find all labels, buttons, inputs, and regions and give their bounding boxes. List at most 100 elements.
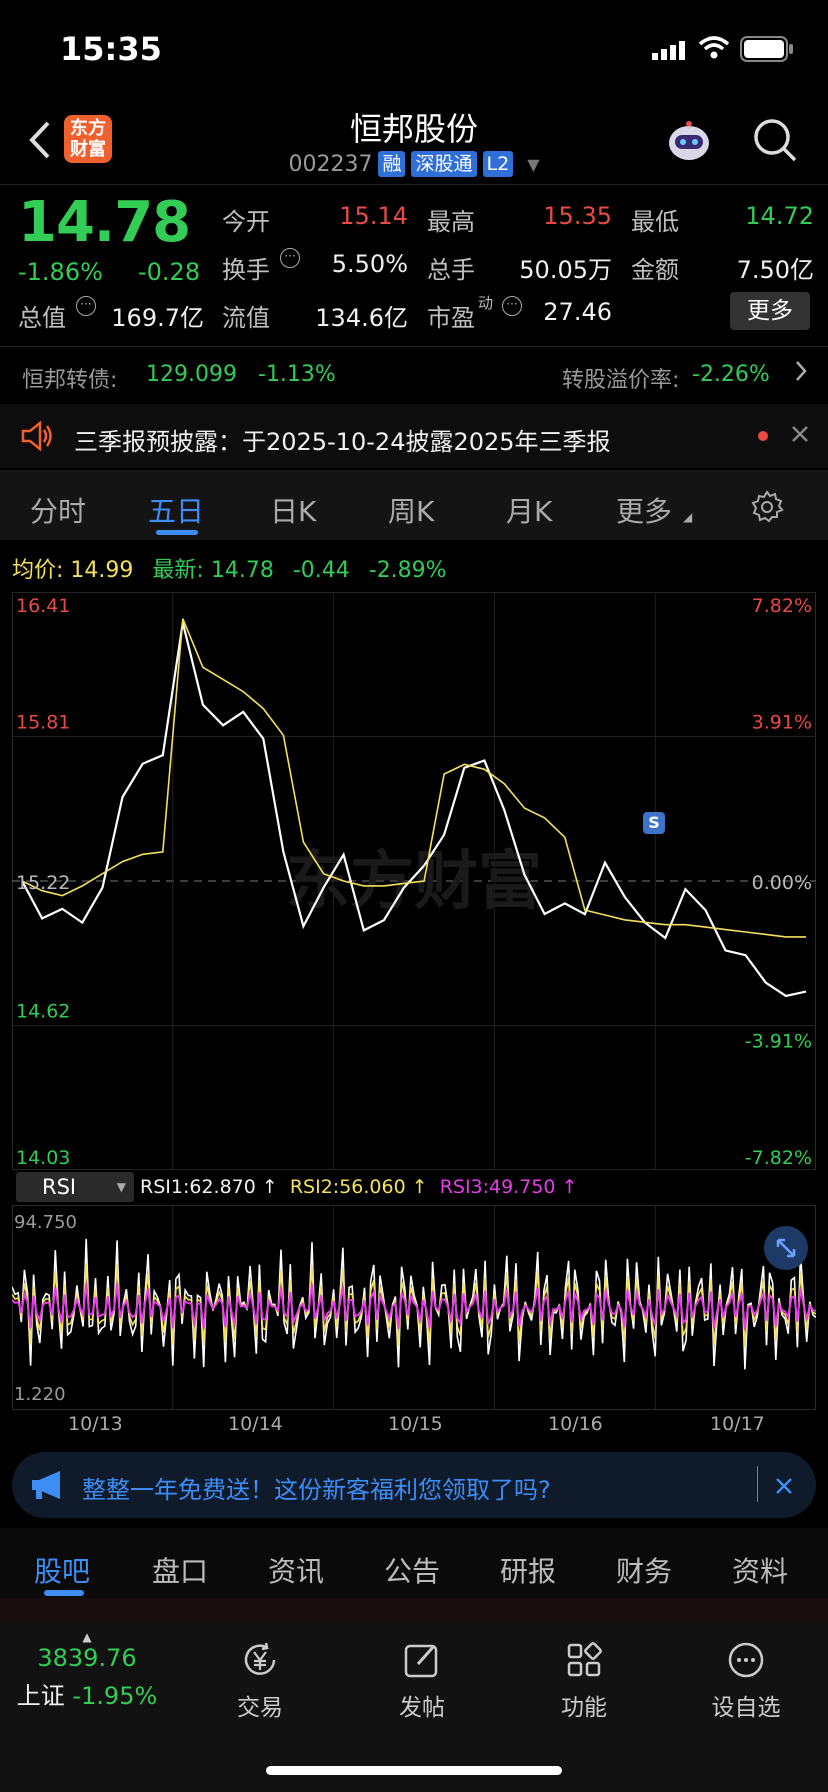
rsi3-value: RSI3:49.750 ↑ <box>439 1176 578 1198</box>
tab-five-day[interactable]: 五日 <box>148 490 204 530</box>
low-label: 最低 <box>631 208 679 236</box>
tab-profile[interactable]: 资料 <box>732 1550 788 1590</box>
turnover-label: 换手 <box>222 256 270 284</box>
tab-forum[interactable]: 股吧 <box>34 1550 90 1590</box>
tab-more[interactable]: 更多 <box>616 490 672 530</box>
up-arrow-icon: ▲ <box>82 1630 92 1644</box>
tab-order-book[interactable]: 盘口 <box>152 1550 208 1590</box>
rsi-max-label: 94.750 <box>14 1212 77 1233</box>
tab-news[interactable]: 资讯 <box>268 1550 324 1590</box>
tab-intraday[interactable]: 分时 <box>30 490 86 530</box>
tag-margin: 融 <box>378 151 406 177</box>
info-icon[interactable]: ··· <box>76 296 96 316</box>
chevron-right-icon <box>794 358 808 390</box>
more-dots-icon <box>728 1642 764 1678</box>
quote-divider <box>0 346 828 347</box>
info-icon[interactable]: ··· <box>280 248 300 268</box>
signal-icon <box>652 40 688 64</box>
change-percent: -1.86% <box>18 258 103 286</box>
announcement-text: 三季报预披露：于2025-10-24披露2025年三季报 <box>74 428 611 456</box>
tab-financials[interactable]: 财务 <box>616 1550 672 1590</box>
y-tick-right: 0.00% <box>752 872 812 894</box>
rsi-chart[interactable] <box>12 1205 816 1410</box>
stock-code: 002237 <box>288 151 373 177</box>
more-caret-icon: ◢ <box>683 510 693 524</box>
edit-icon <box>404 1644 438 1678</box>
unread-dot <box>758 431 768 441</box>
premium-label: 转股溢价率: <box>562 368 680 393</box>
tab-monthly-k[interactable]: 月K <box>506 490 552 530</box>
price-line <box>21 622 807 998</box>
nav-watchlist-label: 设自选 <box>711 1695 781 1721</box>
search-icon[interactable] <box>752 117 798 163</box>
nav-trade[interactable]: 交易 <box>205 1640 315 1722</box>
tab-announcements[interactable]: 公告 <box>384 1550 440 1590</box>
y-tick-left: 15.22 <box>16 872 70 894</box>
grid-icon <box>567 1642 602 1677</box>
header-divider <box>0 184 828 185</box>
more-button[interactable]: 更多 <box>730 292 810 330</box>
premium-value: -2.26% <box>692 362 770 387</box>
nav-functions[interactable]: 功能 <box>529 1640 639 1722</box>
tab-weekly-k[interactable]: 周K <box>388 490 434 530</box>
index-value: 3839.76 <box>37 1644 137 1672</box>
pe-dynamic-sup: 动 <box>478 294 494 312</box>
amount-value: 7.50亿 <box>736 256 814 284</box>
s-marker-badge[interactable]: S <box>643 812 665 834</box>
index-quote[interactable]: ▲ 3839.76 上证 -1.95% <box>12 1630 162 1711</box>
current-price: 14.78 <box>18 190 191 255</box>
y-tick-right: 3.91% <box>752 712 812 734</box>
y-tick-left: 14.62 <box>16 1001 70 1023</box>
speaker-icon <box>20 420 54 458</box>
volume-label: 总手 <box>427 256 475 284</box>
active-tab-indicator <box>44 1590 84 1596</box>
info-icon[interactable]: ··· <box>502 296 522 316</box>
float-label: 流值 <box>222 304 270 332</box>
turnover-value: 5.50% <box>331 250 408 278</box>
date-label: 10/17 <box>710 1413 765 1435</box>
tab-daily-k[interactable]: 日K <box>270 490 316 530</box>
yen-cycle-icon <box>244 1642 276 1675</box>
low-value: 14.72 <box>745 202 814 230</box>
high-value: 15.35 <box>543 202 612 230</box>
promo-banner[interactable]: 整整一年免费送！这份新客福利您领取了吗? <box>12 1452 816 1518</box>
nav-post-label: 发帖 <box>399 1695 445 1721</box>
close-icon[interactable] <box>774 1474 794 1502</box>
rsi-min-label: 1.220 <box>14 1384 66 1405</box>
amount-label: 金额 <box>631 256 679 284</box>
date-label: 10/16 <box>548 1413 603 1435</box>
rsi-values: RSI1:62.870 ↑ RSI2:56.060 ↑ RSI3:49.750 … <box>140 1176 577 1198</box>
high-label: 最高 <box>427 208 475 236</box>
mktcap-label: 总值 <box>18 304 66 332</box>
date-label: 10/14 <box>228 1413 283 1435</box>
rsi2-value: RSI2:56.060 ↑ <box>289 1176 428 1198</box>
tag-l2: L2 <box>482 151 514 177</box>
announcement-bar[interactable]: 三季报预披露：于2025-10-24披露2025年三季报 <box>0 404 828 468</box>
chart-info-row: 均价: 14.99 最新: 14.78 -0.44 -2.89% <box>12 552 447 584</box>
latest-change-pct: -2.89% <box>368 558 447 583</box>
latest-label: 最新: <box>152 558 204 583</box>
bond-change: -1.13% <box>258 362 336 387</box>
active-tab-indicator <box>156 530 198 535</box>
robot-assistant-icon[interactable] <box>664 115 714 165</box>
float-value: 134.6亿 <box>315 304 408 332</box>
y-tick-left: 15.81 <box>16 712 70 734</box>
bond-label: 恒邦转债: <box>22 368 118 393</box>
close-icon[interactable] <box>790 422 810 450</box>
nav-post[interactable]: 发帖 <box>367 1640 477 1722</box>
rsi-indicator-select[interactable]: RSI ▼ <box>16 1172 134 1202</box>
section-tabs: 股吧 盘口 资讯 公告 研报 财务 资料 <box>0 1528 828 1598</box>
gear-icon[interactable] <box>750 490 784 528</box>
nav-watchlist[interactable]: 设自选 <box>691 1640 801 1722</box>
y-tick-left: 14.03 <box>16 1147 70 1169</box>
chart-period-tabs: 分时 五日 日K 周K 月K 更多 ◢ <box>0 470 828 540</box>
tab-research[interactable]: 研报 <box>500 1550 556 1590</box>
y-tick-left: 16.41 <box>16 595 70 617</box>
battery-icon <box>740 36 794 66</box>
expand-icon[interactable] <box>764 1226 808 1270</box>
five-day-price-chart[interactable]: 东方财富 16.4115.8115.2214.6214.037.82%3.91%… <box>12 592 816 1170</box>
megaphone-icon <box>30 1468 66 1508</box>
y-tick-right: 7.82% <box>752 595 812 617</box>
convertible-bond-row[interactable]: 恒邦转债: 129.099 -1.13% 转股溢价率: -2.26% <box>0 348 828 400</box>
pe-value: 27.46 <box>543 298 612 326</box>
